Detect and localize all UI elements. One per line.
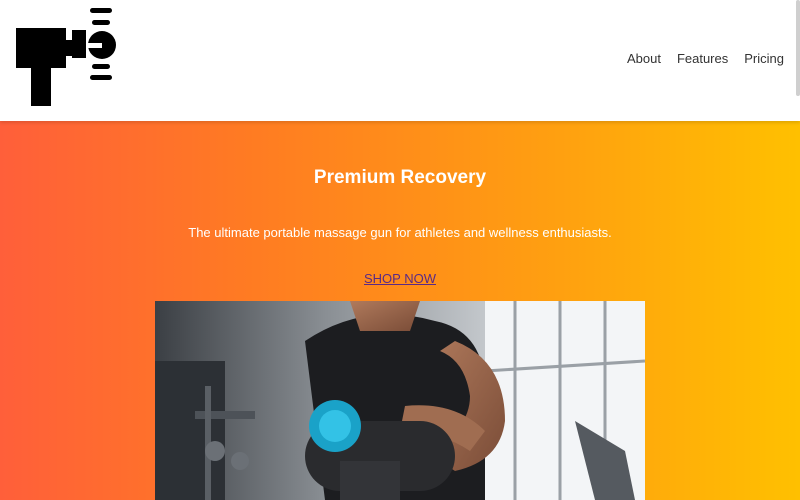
hero-product-image [155, 301, 645, 500]
gym-athlete-photo [155, 301, 645, 500]
nav-link-pricing[interactable]: Pricing [744, 51, 784, 67]
cta-container: SHOP NOW [0, 270, 800, 288]
hero-title: Premium Recovery [313, 167, 487, 188]
shop-now-link[interactable]: SHOP NOW [364, 271, 436, 286]
hero-subtitle: The ultimate portable massage gun for at… [188, 225, 612, 240]
massage-gun-logo-icon[interactable] [14, 6, 118, 108]
nav-link-features[interactable]: Features [677, 51, 728, 67]
nav-link-about[interactable]: About [627, 51, 661, 67]
hero-section: Premium Recovery The ultimate portable m… [0, 121, 800, 500]
page-scrollbar[interactable] [796, 0, 800, 96]
site-header: About Features Pricing [0, 0, 800, 121]
main-nav: About Features Pricing [627, 51, 784, 67]
